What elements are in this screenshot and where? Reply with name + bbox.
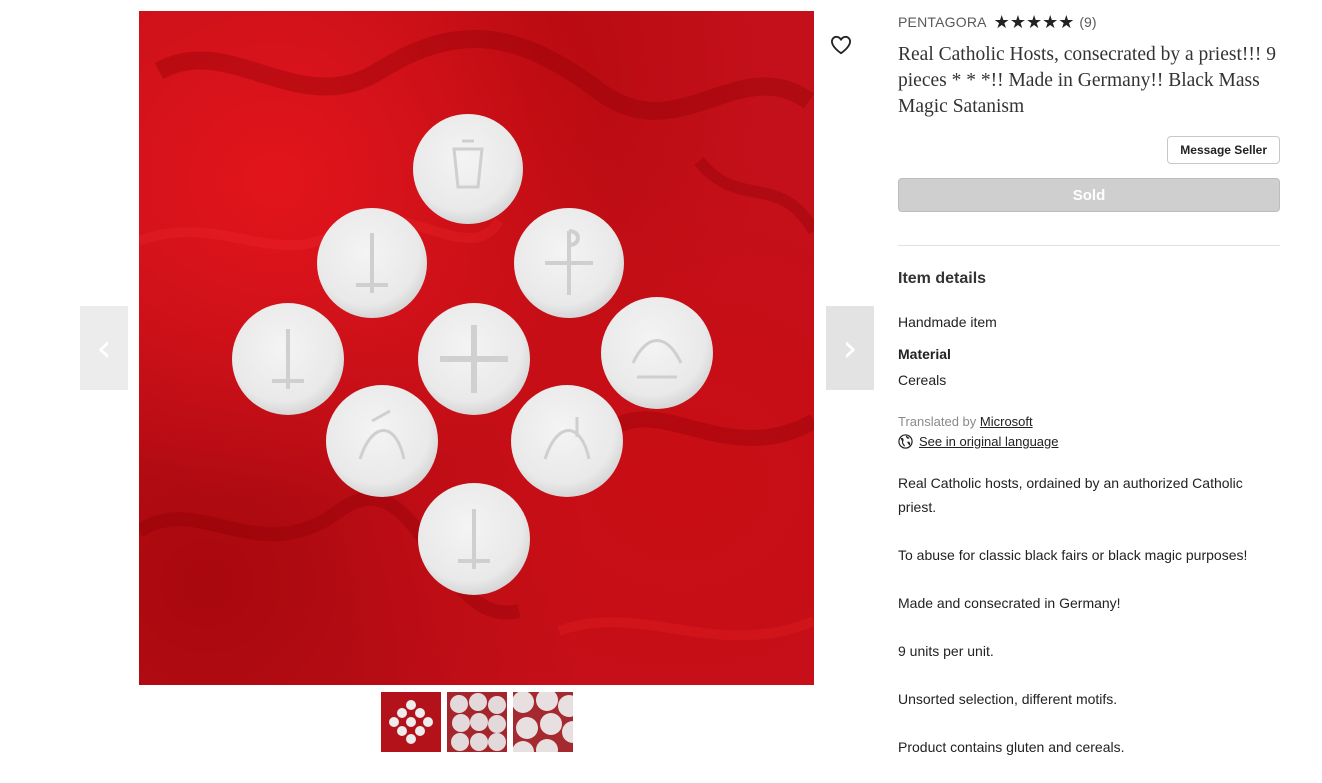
heart-icon — [830, 35, 852, 55]
chevron-left-icon: ‹ — [96, 326, 112, 370]
star-rating[interactable]: ★ ★ ★ ★ ★ — [994, 13, 1075, 31]
review-count[interactable]: (9) — [1079, 14, 1096, 30]
see-original-language-link[interactable]: See in original language — [919, 434, 1059, 449]
star-icon: ★ — [1025, 12, 1043, 32]
item-details-heading: Item details — [898, 270, 987, 287]
listing-title: Real Catholic Hosts, consecrated by a pr… — [898, 44, 1276, 117]
shop-name-link[interactable]: PENTAGORA — [898, 14, 987, 30]
material-label: Material — [898, 346, 951, 362]
description-paragraph: Made and consecrated in Germany! — [898, 595, 1121, 611]
description-paragraph: Real Catholic hosts, ordained by an auth… — [898, 475, 1243, 515]
globe-icon — [898, 434, 913, 449]
divider — [898, 245, 1280, 246]
description: Real Catholic hosts, ordained by an auth… — [898, 471, 1280, 759]
translated-prefix: Translated by — [898, 414, 977, 429]
microsoft-link[interactable]: Microsoft — [980, 414, 1033, 429]
main-product-image — [139, 11, 814, 685]
star-icon: ★ — [1058, 12, 1075, 32]
original-language-row: See in original language — [898, 434, 1280, 449]
material-value: Cereals — [898, 372, 947, 388]
star-icon: ★ — [993, 12, 1010, 32]
listing-panel: PENTAGORA ★ ★ ★ ★ ★ (9) Real Catholic Ho… — [898, 10, 1280, 783]
sold-button: Sold — [898, 178, 1280, 212]
hosts-photo — [139, 29, 814, 641]
chevron-right-icon: › — [842, 326, 858, 370]
translated-by: Translated by Microsoft — [898, 414, 1280, 429]
message-seller-button[interactable]: Message Seller — [1167, 136, 1280, 164]
handmade-label: Handmade item — [898, 314, 997, 330]
description-paragraph: To abuse for classic black fairs or blac… — [898, 547, 1248, 563]
thumbnail-2[interactable] — [447, 692, 507, 752]
favorite-button[interactable] — [826, 30, 856, 60]
thumbnail-strip — [381, 692, 573, 752]
thumbnail-1[interactable] — [381, 692, 441, 752]
description-paragraph: Product contains gluten and cereals. — [898, 739, 1125, 755]
description-paragraph: 9 units per unit. — [898, 643, 994, 659]
thumbnail-3[interactable] — [513, 692, 573, 752]
star-icon: ★ — [1042, 12, 1059, 32]
description-paragraph: Unsorted selection, different motifs. — [898, 691, 1118, 707]
star-icon: ★ — [1009, 12, 1026, 32]
next-image-button[interactable]: › — [826, 306, 874, 390]
shop-row: PENTAGORA ★ ★ ★ ★ ★ (9) — [898, 10, 1280, 34]
previous-image-button[interactable]: ‹ — [80, 306, 128, 390]
